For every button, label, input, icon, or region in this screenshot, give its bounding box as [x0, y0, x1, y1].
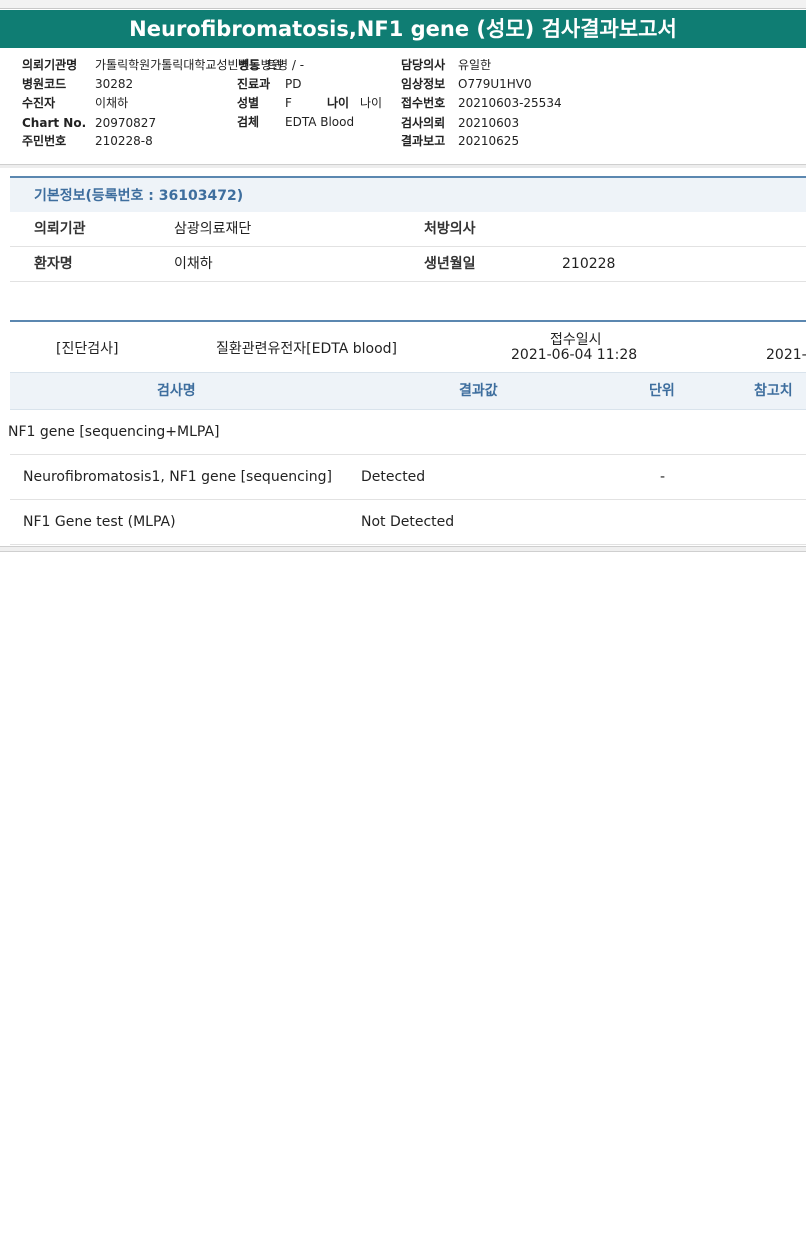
- header-label: 담당의사: [401, 58, 446, 72]
- header-label: 수진자: [22, 96, 56, 110]
- test-unit: -: [660, 469, 666, 485]
- col-result: 결과값: [459, 383, 498, 399]
- institution-value: 삼광의료재단: [174, 221, 252, 237]
- header-label: 결과보고: [401, 134, 446, 148]
- header-label: 접수번호: [401, 96, 446, 110]
- col-test-name: 검사명: [157, 383, 196, 399]
- basic-info-row: 환자명 이채하 생년월일 210228: [10, 247, 806, 282]
- header-label: 의뢰기관명: [22, 58, 78, 72]
- received-datetime: 2021-06-04 11:28: [511, 347, 638, 363]
- header-value: 20210603: [458, 116, 520, 130]
- test-meta: [진단검사] 질환관련유전자[EDTA blood] 접수일시 2021-06-…: [10, 322, 806, 372]
- group-name: NF1 gene [sequencing+MLPA]: [8, 424, 220, 440]
- header-value: 20210625: [458, 134, 520, 148]
- test-result: Not Detected: [361, 514, 455, 530]
- test-result: Detected: [361, 469, 426, 485]
- header-value: 210228-8: [95, 134, 153, 148]
- table-header: 검사명 결과값 단위 참고치: [10, 372, 806, 410]
- header-value: 트병 / -: [266, 58, 305, 72]
- test-group-name: 질환관련유전자[EDTA blood]: [216, 341, 397, 357]
- header-label: 주민번호: [22, 134, 67, 148]
- header-label: 병원코드: [22, 77, 67, 91]
- birth-label: 생년월일: [424, 256, 476, 272]
- patient-label: 환자명: [34, 256, 73, 272]
- basic-info-heading: 기본정보(등록번호 : 36103472): [10, 176, 806, 212]
- birth-value: 210228: [562, 256, 616, 272]
- col-reference: 참고치: [754, 383, 793, 399]
- patient-value: 이채하: [174, 256, 213, 272]
- top-border: [0, 0, 806, 9]
- report-datetime: 2021-: [766, 347, 806, 363]
- header-label: 진료과: [237, 77, 271, 91]
- received-label: 접수일시: [550, 332, 602, 348]
- header-value: 유일한: [458, 58, 492, 72]
- header-label: Chart No.: [22, 116, 87, 130]
- header-value: EDTA Blood: [285, 115, 355, 129]
- header-value: F: [285, 96, 292, 110]
- table-row: NF1 Gene test (MLPA) Not Detected: [10, 500, 806, 545]
- header-value: 나이: [360, 96, 383, 110]
- test-name: NF1 Gene test (MLPA): [23, 514, 176, 530]
- header-value: 이채하: [95, 96, 129, 110]
- header-label: 검체: [237, 115, 260, 129]
- header-value: 20970827: [95, 116, 157, 130]
- table-row: Neurofibromatosis1, NF1 gene [sequencing…: [10, 455, 806, 500]
- header-value: O779U1HV0: [458, 77, 532, 91]
- col-unit: 단위: [649, 383, 675, 399]
- doctor-label: 처방의사: [424, 221, 476, 237]
- test-result-section: [진단검사] 질환관련유전자[EDTA blood] 접수일시 2021-06-…: [8, 320, 806, 545]
- header-label: 검사의뢰: [401, 116, 446, 130]
- basic-info-row: 의뢰기관 삼광의료재단 처방의사: [10, 212, 806, 247]
- institution-label: 의뢰기관: [34, 221, 86, 237]
- report-title: Neurofibromatosis,NF1 gene (성모) 검사결과보고서: [0, 10, 806, 48]
- test-category: [진단검사]: [56, 341, 119, 357]
- header-label: 병동: [238, 58, 261, 72]
- test-name: Neurofibromatosis1, NF1 gene [sequencing…: [23, 469, 332, 485]
- basic-info-section: 기본정보(등록번호 : 36103472) 의뢰기관 삼광의료재단 처방의사 환…: [10, 176, 806, 282]
- header-value: 30282: [95, 77, 134, 91]
- header-label: 임상정보: [401, 77, 446, 91]
- header-value: 20210603-25534: [458, 96, 562, 110]
- section-divider: [0, 164, 806, 168]
- header-label: 나이: [327, 96, 350, 110]
- header-label: 성별: [237, 96, 260, 110]
- table-group-row: NF1 gene [sequencing+MLPA]: [8, 410, 806, 455]
- section-divider: [0, 546, 806, 552]
- header-value: PD: [285, 77, 302, 91]
